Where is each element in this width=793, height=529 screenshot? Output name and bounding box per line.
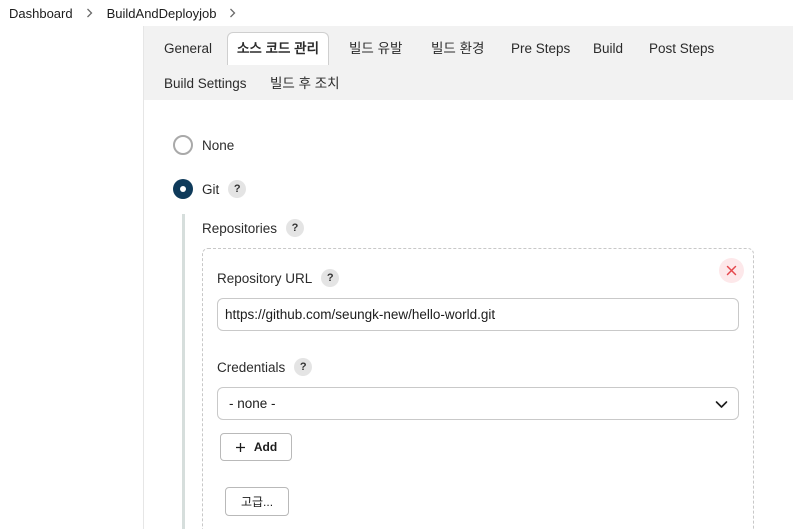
breadcrumb: Dashboard BuildAndDeployjob — [0, 0, 793, 26]
advanced-button[interactable]: 고급... — [225, 487, 289, 516]
add-button-label: Add — [253, 440, 278, 454]
add-credentials-button[interactable]: Add — [220, 433, 292, 461]
tab-pre-steps[interactable]: Pre Steps — [502, 34, 579, 64]
breadcrumb-job[interactable]: BuildAndDeployjob — [107, 6, 217, 21]
config-tab-bar: General 소스 코드 관리 빌드 유발 빌드 환경 Pre Steps B… — [143, 26, 793, 100]
radio-none-label: None — [202, 137, 235, 153]
scm-option-none[interactable]: None — [173, 135, 234, 155]
repository-url-label: Repository URL — [217, 270, 313, 286]
repositories-label-row: Repositories ? — [202, 219, 305, 237]
tab-build-settings[interactable]: Build Settings — [155, 69, 256, 99]
credentials-label-row: Credentials ? — [217, 358, 313, 376]
plus-icon — [235, 442, 245, 452]
tab-post-steps[interactable]: Post Steps — [640, 34, 723, 64]
close-icon — [726, 265, 737, 276]
breadcrumb-dashboard[interactable]: Dashboard — [9, 6, 73, 21]
git-section-indent-line — [182, 214, 185, 529]
advanced-button-label: 고급... — [240, 495, 274, 509]
help-icon[interactable]: ? — [294, 358, 313, 376]
credentials-label: Credentials — [217, 359, 286, 375]
help-icon[interactable]: ? — [228, 180, 247, 198]
credentials-select[interactable]: - none - — [217, 387, 739, 420]
tab-build[interactable]: Build — [584, 34, 632, 64]
tab-build-environment[interactable]: 빌드 환경 — [422, 34, 493, 64]
chevron-down-icon — [715, 401, 728, 408]
chevron-right-icon[interactable] — [229, 8, 236, 18]
credentials-selected-value: - none - — [229, 396, 276, 411]
repository-url-label-row: Repository URL ? — [217, 269, 340, 287]
tab-build-triggers[interactable]: 빌드 유발 — [340, 34, 411, 64]
help-icon[interactable]: ? — [286, 219, 305, 237]
radio-git[interactable] — [173, 179, 193, 199]
scm-option-git[interactable]: Git ? — [173, 179, 247, 199]
tab-general[interactable]: General — [155, 34, 221, 64]
chevron-right-icon[interactable] — [86, 8, 93, 18]
side-panel — [0, 26, 143, 529]
delete-repository-button[interactable] — [719, 258, 744, 283]
help-icon[interactable]: ? — [321, 269, 340, 287]
tab-source-code-management[interactable]: 소스 코드 관리 — [227, 32, 330, 65]
tab-post-build-actions[interactable]: 빌드 후 조치 — [261, 69, 349, 99]
radio-none[interactable] — [173, 135, 193, 155]
repository-url-input[interactable] — [217, 298, 739, 331]
radio-git-label: Git — [202, 181, 220, 197]
repositories-label: Repositories — [202, 220, 278, 236]
